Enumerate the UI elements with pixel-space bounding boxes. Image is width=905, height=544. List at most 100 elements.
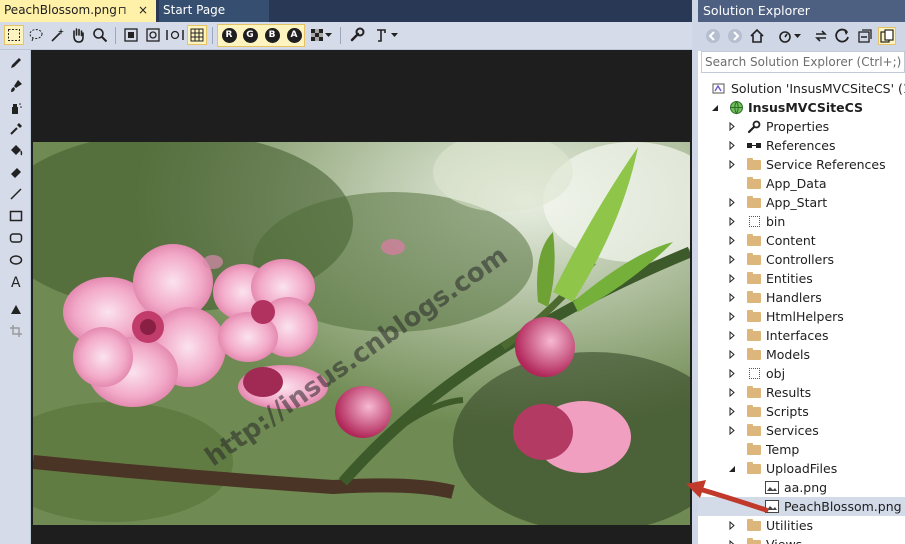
- pencil-icon[interactable]: [6, 54, 26, 72]
- tree-item-label: HtmlHelpers: [766, 309, 844, 324]
- zoom-to-fit-icon[interactable]: [143, 25, 163, 45]
- lasso-selection-icon[interactable]: [26, 25, 46, 45]
- collapsed-arrow-icon[interactable]: [727, 402, 737, 421]
- references-icon: [746, 138, 762, 153]
- collapsed-arrow-icon[interactable]: [727, 345, 737, 364]
- collapsed-arrow-icon[interactable]: [727, 364, 737, 383]
- collapsed-arrow-icon[interactable]: [727, 535, 737, 544]
- tree-item[interactable]: App_Start: [698, 193, 905, 212]
- advanced-tools-icon[interactable]: [371, 25, 391, 45]
- collapse-all-icon[interactable]: [856, 27, 874, 45]
- tree-item[interactable]: Content: [698, 231, 905, 250]
- tree-item[interactable]: Handlers: [698, 288, 905, 307]
- green-channel-button[interactable]: G: [240, 25, 260, 45]
- collapsed-arrow-icon[interactable]: [727, 212, 737, 231]
- tree-item-label: Interfaces: [766, 328, 829, 343]
- peach-blossom-image: http://insus.cnblogs.com: [33, 142, 690, 525]
- collapsed-arrow-icon[interactable]: [727, 269, 737, 288]
- blue-channel-button[interactable]: B: [262, 25, 282, 45]
- rectangle-tool-icon[interactable]: [6, 207, 26, 225]
- zoom-frame-icon[interactable]: [165, 25, 185, 45]
- tree-item[interactable]: Properties: [698, 117, 905, 136]
- chevron-down-icon[interactable]: [389, 25, 399, 45]
- airbrush-icon[interactable]: [6, 99, 26, 117]
- home-icon[interactable]: [748, 27, 766, 45]
- solution-tree: Solution 'InsusMVCSiteCS' (1 p InsusMVCSi…: [698, 78, 905, 544]
- ellipse-tool-icon[interactable]: [6, 251, 26, 269]
- tree-item[interactable]: Views: [698, 535, 905, 544]
- collapsed-arrow-icon[interactable]: [727, 421, 737, 440]
- tree-item[interactable]: Service References: [698, 155, 905, 174]
- tree-item[interactable]: Entities: [698, 269, 905, 288]
- collapsed-arrow-icon[interactable]: [727, 326, 737, 345]
- tree-item[interactable]: Temp: [698, 440, 905, 459]
- folder-icon: [746, 252, 762, 267]
- forward-icon[interactable]: [726, 27, 744, 45]
- text-tool-icon[interactable]: A: [6, 273, 26, 291]
- pan-hand-icon[interactable]: [68, 25, 88, 45]
- collapsed-arrow-icon[interactable]: [727, 288, 737, 307]
- tree-item-label: PeachBlossom.png: [784, 499, 902, 514]
- collapsed-arrow-icon[interactable]: [727, 231, 737, 250]
- eraser-icon[interactable]: [6, 163, 26, 181]
- collapsed-arrow-icon[interactable]: [727, 155, 737, 174]
- tree-item[interactable]: Controllers: [698, 250, 905, 269]
- tab-start-page[interactable]: Start Page: [159, 0, 269, 22]
- eyedropper-icon[interactable]: [6, 120, 26, 138]
- chevron-down-icon[interactable]: [323, 25, 333, 45]
- image-canvas[interactable]: http://insus.cnblogs.com: [31, 50, 692, 544]
- tree-item[interactable]: References: [698, 136, 905, 155]
- tree-item[interactable]: HtmlHelpers: [698, 307, 905, 326]
- tree-item[interactable]: Services: [698, 421, 905, 440]
- collapsed-arrow-icon[interactable]: [727, 307, 737, 326]
- document-tab-bar: PeachBlossom.png ⊓ × Start Page: [0, 0, 692, 22]
- search-input[interactable]: Search Solution Explorer (Ctrl+;): [701, 51, 905, 73]
- tree-item[interactable]: Interfaces: [698, 326, 905, 345]
- rectangle-selection-icon[interactable]: [4, 25, 24, 45]
- show-grid-icon[interactable]: [187, 25, 207, 45]
- tree-item-label: Utilities: [766, 518, 814, 533]
- red-channel-button[interactable]: R: [219, 25, 239, 45]
- tree-item-label: aa.png: [784, 480, 828, 495]
- expanded-arrow-icon[interactable]: [710, 98, 720, 117]
- magic-wand-icon[interactable]: [47, 25, 67, 45]
- collapsed-arrow-icon[interactable]: [727, 117, 737, 136]
- actual-size-icon[interactable]: [121, 25, 141, 45]
- collapsed-arrow-icon[interactable]: [727, 516, 737, 535]
- close-icon[interactable]: ×: [138, 0, 148, 21]
- sync-icon[interactable]: [812, 27, 830, 45]
- folder-icon: [746, 309, 762, 324]
- show-all-files-icon[interactable]: [878, 27, 896, 45]
- rounded-rectangle-tool-icon[interactable]: [6, 229, 26, 247]
- back-icon[interactable]: [704, 27, 722, 45]
- tree-item[interactable]: Models: [698, 345, 905, 364]
- folder-icon: [746, 442, 762, 457]
- collapsed-arrow-icon[interactable]: [727, 193, 737, 212]
- zoom-icon[interactable]: [90, 25, 110, 45]
- collapsed-arrow-icon[interactable]: [727, 136, 737, 155]
- collapsed-arrow-icon[interactable]: [727, 250, 737, 269]
- line-tool-icon[interactable]: [6, 185, 26, 203]
- fill-bucket-icon[interactable]: [6, 141, 26, 159]
- tree-item[interactable]: InsusMVCSiteCS: [698, 98, 905, 117]
- pin-icon[interactable]: ⊓: [118, 0, 127, 21]
- tree-item[interactable]: Utilities: [698, 516, 905, 535]
- brush-icon[interactable]: [6, 77, 26, 95]
- tree-item[interactable]: bin: [698, 212, 905, 231]
- alpha-channel-button[interactable]: A: [284, 25, 304, 45]
- tree-item[interactable]: Solution 'InsusMVCSiteCS' (1 p: [698, 79, 905, 98]
- folder-icon: [746, 461, 762, 476]
- refresh-icon[interactable]: [834, 27, 852, 45]
- rotate-icon[interactable]: [6, 300, 26, 318]
- tree-item[interactable]: obj: [698, 364, 905, 383]
- solution-icon: [711, 81, 727, 96]
- chevron-down-icon[interactable]: [792, 27, 802, 45]
- tree-item[interactable]: Scripts: [698, 402, 905, 421]
- collapsed-arrow-icon[interactable]: [727, 383, 737, 402]
- properties-wrench-icon[interactable]: [347, 25, 367, 45]
- tree-item[interactable]: App_Data: [698, 174, 905, 193]
- tree-item[interactable]: Results: [698, 383, 905, 402]
- crop-icon[interactable]: [6, 322, 26, 340]
- tree-item-label: UploadFiles: [766, 461, 838, 476]
- tab-peachblossom[interactable]: PeachBlossom.png ⊓ ×: [0, 0, 156, 22]
